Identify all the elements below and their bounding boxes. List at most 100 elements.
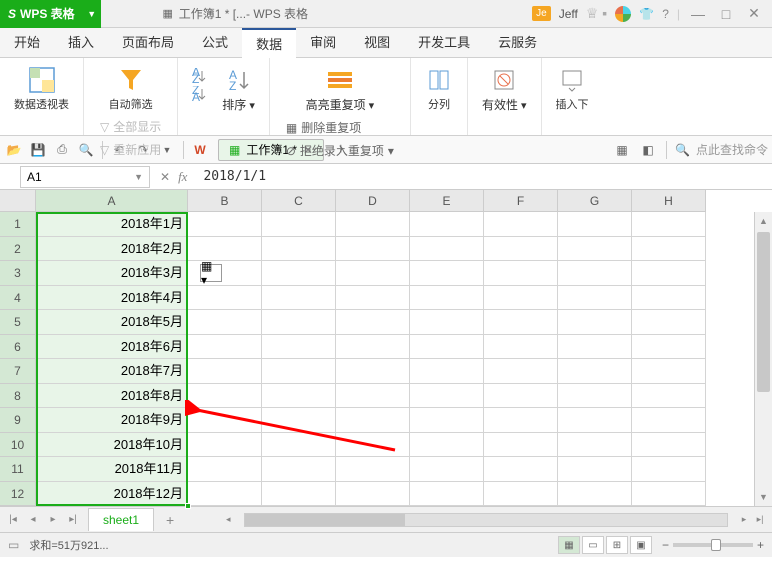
cell-G2[interactable]: [558, 237, 632, 262]
cell-F6[interactable]: [484, 335, 558, 360]
cell-B7[interactable]: [188, 359, 262, 384]
window-icon[interactable]: ◧: [638, 140, 658, 160]
cell-A7[interactable]: 2018年7月: [36, 359, 188, 384]
cell-D5[interactable]: [336, 310, 410, 335]
hscroll-thumb[interactable]: [245, 514, 405, 526]
add-sheet-button[interactable]: +: [160, 512, 180, 528]
cell-F8[interactable]: [484, 384, 558, 409]
print-icon[interactable]: ⎙: [52, 140, 72, 160]
cell-C3[interactable]: [262, 261, 336, 286]
cell-E9[interactable]: [410, 408, 484, 433]
autofilter-button[interactable]: 自动筛选: [103, 62, 159, 116]
hscroll-end-icon[interactable]: ▸|: [752, 514, 768, 525]
normal-view-button[interactable]: ▦: [558, 536, 580, 554]
row-header-8[interactable]: 8: [0, 384, 36, 409]
cell-H2[interactable]: [632, 237, 706, 262]
open-icon[interactable]: 📂: [4, 140, 24, 160]
cell-B9[interactable]: [188, 408, 262, 433]
row-header-7[interactable]: 7: [0, 359, 36, 384]
search-icon[interactable]: 🔍: [675, 143, 690, 157]
cell-G7[interactable]: [558, 359, 632, 384]
minimize-button[interactable]: —: [688, 6, 708, 22]
cell-A5[interactable]: 2018年5月: [36, 310, 188, 335]
cell-B1[interactable]: [188, 212, 262, 237]
col-header-C[interactable]: C: [262, 190, 336, 212]
menu-页面布局[interactable]: 页面布局: [108, 28, 188, 58]
sort-desc-icon[interactable]: ZA: [190, 86, 208, 102]
cell-H12[interactable]: [632, 482, 706, 507]
cell-E5[interactable]: [410, 310, 484, 335]
cell-H8[interactable]: [632, 384, 706, 409]
zoom-out-button[interactable]: −: [662, 538, 669, 552]
scroll-down-icon[interactable]: ▼: [755, 488, 772, 506]
col-header-G[interactable]: G: [558, 190, 632, 212]
prev-sheet-icon[interactable]: ◂: [24, 511, 42, 529]
fill-handle[interactable]: [185, 503, 191, 509]
cell-H3[interactable]: [632, 261, 706, 286]
cell-C10[interactable]: [262, 433, 336, 458]
cell-B10[interactable]: [188, 433, 262, 458]
zoom-in-button[interactable]: +: [757, 538, 764, 552]
cell-D2[interactable]: [336, 237, 410, 262]
gallery-icon[interactable]: ▦: [612, 140, 632, 160]
menu-公式[interactable]: 公式: [188, 28, 242, 58]
text-to-columns-button[interactable]: 分列: [419, 62, 459, 116]
cell-G3[interactable]: [558, 261, 632, 286]
zoom-slider[interactable]: [673, 543, 753, 547]
cell-H1[interactable]: [632, 212, 706, 237]
cell-D1[interactable]: [336, 212, 410, 237]
col-header-B[interactable]: B: [188, 190, 262, 212]
cell-D12[interactable]: [336, 482, 410, 507]
cell-C5[interactable]: [262, 310, 336, 335]
col-header-F[interactable]: F: [484, 190, 558, 212]
cell-G9[interactable]: [558, 408, 632, 433]
cell-C11[interactable]: [262, 457, 336, 482]
cell-C7[interactable]: [262, 359, 336, 384]
cell-E12[interactable]: [410, 482, 484, 507]
row-header-9[interactable]: 9: [0, 408, 36, 433]
cell-E10[interactable]: [410, 433, 484, 458]
cell-E6[interactable]: [410, 335, 484, 360]
skin-icon[interactable]: 👕: [639, 7, 654, 21]
vertical-scrollbar[interactable]: ▲ ▼: [754, 212, 772, 506]
cell-E2[interactable]: [410, 237, 484, 262]
cell-G5[interactable]: [558, 310, 632, 335]
next-sheet-icon[interactable]: ▸: [44, 511, 62, 529]
cell-F4[interactable]: [484, 286, 558, 311]
cell-B5[interactable]: [188, 310, 262, 335]
cell-C4[interactable]: [262, 286, 336, 311]
fx-icon[interactable]: fx: [178, 169, 187, 185]
row-header-4[interactable]: 4: [0, 286, 36, 311]
cell-D3[interactable]: [336, 261, 410, 286]
cell-D8[interactable]: [336, 384, 410, 409]
cell-A2[interactable]: 2018年2月: [36, 237, 188, 262]
reject-duplicates-button[interactable]: ⊘拒绝录入重复项 ▾: [282, 140, 398, 161]
spreadsheet-grid[interactable]: ABCDEFGH 123456789101112 2018年1月2018年2月2…: [0, 190, 772, 506]
cell-A12[interactable]: 2018年12月: [36, 482, 188, 507]
cell-H9[interactable]: [632, 408, 706, 433]
col-header-D[interactable]: D: [336, 190, 410, 212]
chevron-down-icon[interactable]: ▼: [134, 172, 143, 182]
cell-A11[interactable]: 2018年11月: [36, 457, 188, 482]
doc-map-icon[interactable]: ▭: [8, 538, 19, 552]
cell-D7[interactable]: [336, 359, 410, 384]
cell-F5[interactable]: [484, 310, 558, 335]
remove-duplicates-button[interactable]: ▦删除重复项: [282, 117, 398, 138]
help-icon[interactable]: ?: [662, 7, 669, 21]
row-header-5[interactable]: 5: [0, 310, 36, 335]
cell-H4[interactable]: [632, 286, 706, 311]
cell-G8[interactable]: [558, 384, 632, 409]
cell-B2[interactable]: [188, 237, 262, 262]
select-all-corner[interactable]: [0, 190, 36, 212]
cell-C2[interactable]: [262, 237, 336, 262]
sort-button[interactable]: AZ 排序 ▾: [216, 62, 261, 117]
row-header-11[interactable]: 11: [0, 457, 36, 482]
cell-D11[interactable]: [336, 457, 410, 482]
cell-F2[interactable]: [484, 237, 558, 262]
cell-G1[interactable]: [558, 212, 632, 237]
autofill-options-button[interactable]: ▦ ▾: [200, 264, 222, 282]
cell-D4[interactable]: [336, 286, 410, 311]
name-box[interactable]: A1▼: [20, 166, 150, 188]
col-header-E[interactable]: E: [410, 190, 484, 212]
cell-E11[interactable]: [410, 457, 484, 482]
